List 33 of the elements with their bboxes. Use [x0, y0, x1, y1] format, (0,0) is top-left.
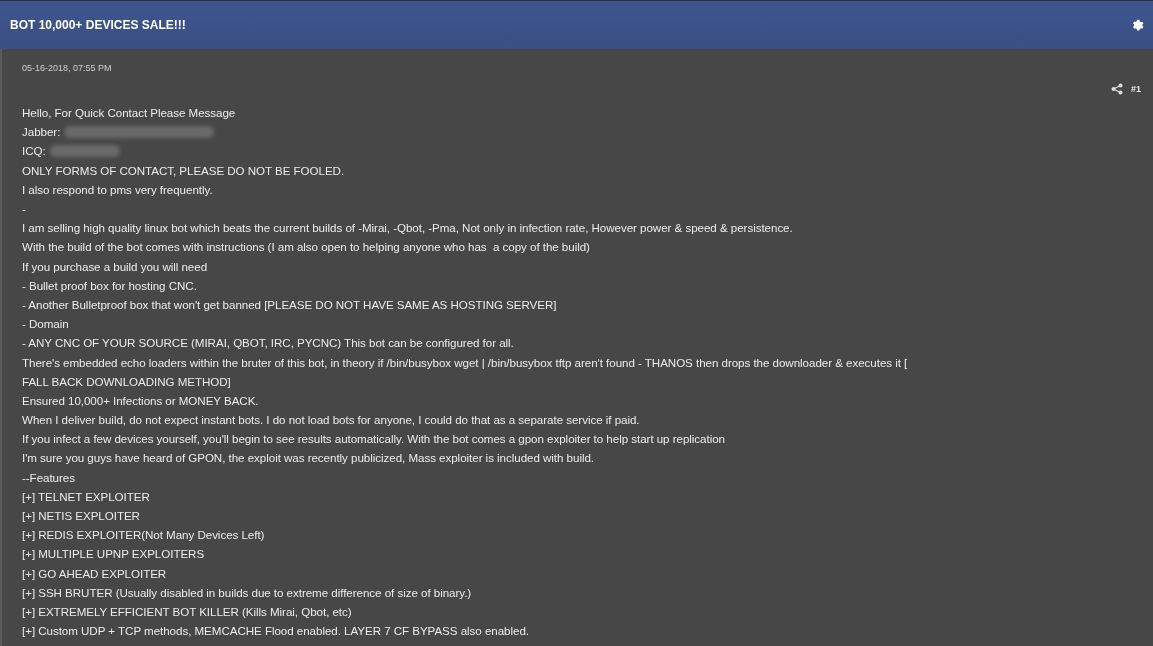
post-text-line: Jabber:	[22, 125, 61, 139]
post-text-line: [+] MULTIPLE UPNP EXPLOITERS	[22, 547, 205, 561]
settings-icon[interactable]	[1131, 18, 1145, 32]
post-text-line: There's embedded echo loaders within the bruter of this bot, in theory if /bin/busybox wget | /bin/busybox tftp aren't found - THANOS then drops the downloader & executes it [	[22, 355, 908, 369]
post-text-line: [+] NETIS EXPLOITER	[22, 509, 140, 523]
post-number[interactable]: #1	[1131, 84, 1141, 94]
post-text-line: - Another Bulletproof box that won't get banned [PLEASE DO NOT HAVE SAME AS HOSTING SERVER]	[22, 297, 557, 311]
post-text-line: - Domain	[22, 317, 69, 331]
post-text-line: ONLY FORMS OF CONTACT, PLEASE DO NOT BE FOOLED.	[22, 163, 345, 177]
post-text-line: FALL BACK DOWNLOADING METHOD]	[22, 374, 231, 388]
post-text-line: I also respond to pms very frequently.	[22, 182, 213, 196]
post-text-line: I am selling high quality linux bot which beats the current builds of -Mirai, -Qbot, -Pma, Not only in infection rate, However power & speed & persistence.	[22, 221, 793, 235]
post-text-line: [+] Custom UDP + TCP methods, MEMCACHE Flood enabled. LAYER 7 CF BYPASS also enabled.	[22, 624, 529, 638]
post-text-line: If you infect a few devices yourself, you'll begin to see results automatically. With the bot comes a gpon exploiter to help start up replication	[22, 432, 725, 446]
post-text-line: [+] REDIS EXPLOITER(Not Many Devices Left)	[22, 528, 265, 542]
post-text-line: Ensured 10,000+ Infections or MONEY BACK.	[22, 393, 259, 407]
thread-title: BOT 10,000+ DEVICES SALE!!!	[10, 18, 186, 32]
post-text-line: If you purchase a build you will need	[22, 259, 208, 273]
post-text-line: [+] EXTREMELY EFFICIENT BOT KILLER (Kills Mirai, Qbot, etc)	[22, 604, 352, 618]
post-text-line: -	[22, 202, 26, 216]
post-text-line: When I deliver build, do not expect instant bots. I do not load bots for anyone, I could do that as a separate service if paid.	[22, 413, 640, 427]
post-text-line: I'm sure you guys have heard of GPON, the exploit was recently publicized, Mass exploiter is included with build.	[22, 451, 595, 465]
post-text-line: ICQ:	[22, 144, 46, 158]
post-text-line: With the build of the bot comes with instructions (I am also open to helping anyone who has a copy of the build)	[22, 240, 590, 254]
post-text-line: - Bullet proof box for hosting CNC.	[22, 278, 197, 292]
share-icon[interactable]	[1111, 83, 1123, 95]
post-text-line: Hello, For Quick Contact Please Message	[22, 106, 236, 120]
post-text-line: [+] TELNET EXPLOITER	[22, 489, 150, 503]
post-text-line: - ANY CNC OF YOUR SOURCE (MIRAI, QBOT, IRC, PYCNC) This bot can be configured for all.	[22, 336, 514, 350]
post-text-line: --Features	[22, 470, 75, 484]
post-date: 05-16-2018, 07:55 PM	[22, 63, 112, 73]
post-text-line: [+] GO AHEAD EXPLOITER	[22, 566, 167, 580]
post-text-line: [+] SSH BRUTER (Usually disabled in builds due to extreme difference of size of binary.)	[22, 585, 472, 599]
